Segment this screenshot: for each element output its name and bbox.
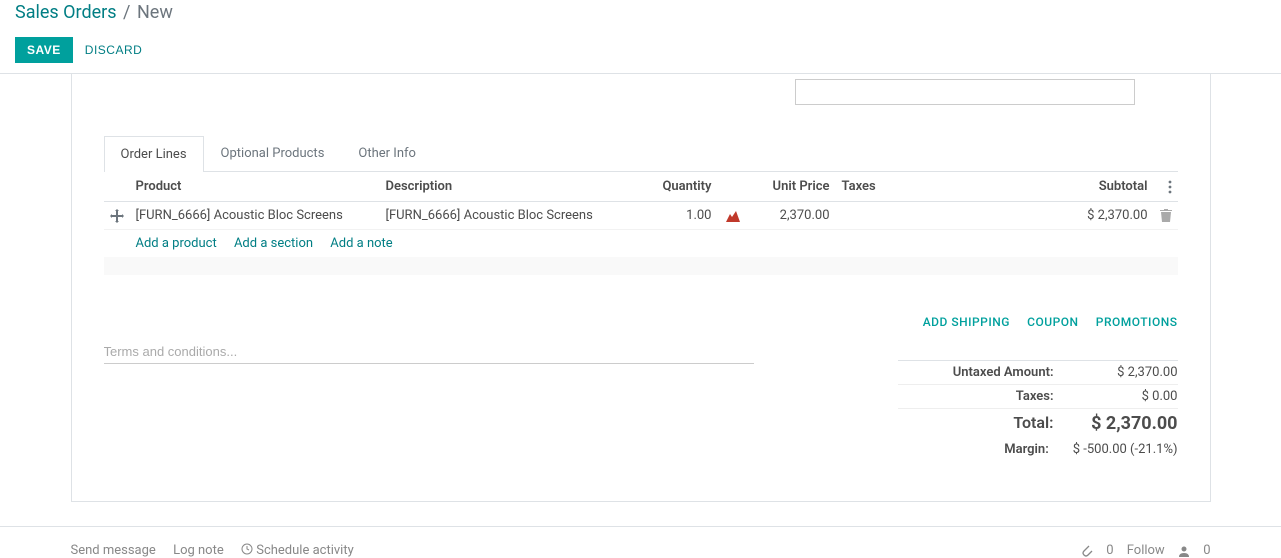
cell-unit-price[interactable]: 2,370.00 (746, 202, 836, 230)
cell-quantity[interactable]: 1.00 (640, 202, 718, 230)
kebab-menu-icon[interactable] (1168, 179, 1172, 194)
tab-optional-products[interactable]: Optional Products (204, 135, 342, 171)
col-unit-price: Unit Price (746, 172, 836, 202)
terms-input[interactable] (104, 340, 754, 364)
table-row[interactable]: [FURN_6666] Acoustic Bloc Screens [FURN_… (104, 202, 1178, 230)
terms-block (104, 315, 898, 461)
followers-count[interactable]: 0 (1178, 543, 1211, 558)
schedule-activity-button[interactable]: Schedule activity (241, 543, 368, 558)
cell-product[interactable]: [FURN_6666] Acoustic Bloc Screens (130, 202, 380, 230)
margin-value: $ -500.00 (-21.1%) (1073, 442, 1178, 457)
add-section-link[interactable]: Add a section (234, 236, 313, 251)
follow-button[interactable]: Follow (1127, 543, 1165, 558)
order-lines-table: Product Description Quantity Unit Price … (104, 172, 1178, 275)
col-quantity: Quantity (640, 172, 718, 202)
save-button[interactable]: SAVE (15, 37, 73, 63)
totals-block: Untaxed Amount: $ 2,370.00 Taxes: $ 0.00… (898, 360, 1178, 461)
taxes-value: $ 0.00 (1078, 389, 1178, 404)
tab-other-info[interactable]: Other Info (341, 135, 433, 171)
tabs: Order Lines Optional Products Other Info (104, 135, 1178, 172)
breadcrumb-parent[interactable]: Sales Orders (15, 2, 117, 23)
margin-label: Margin: (1004, 442, 1049, 457)
cell-description[interactable]: [FURN_6666] Acoustic Bloc Screens (380, 202, 640, 230)
send-message-button[interactable]: Send message (71, 543, 156, 558)
chatter-bar: Send message Log note Schedule activity … (0, 526, 1281, 558)
tab-order-lines[interactable]: Order Lines (104, 136, 204, 172)
col-taxes: Taxes (836, 172, 896, 202)
delete-row-icon[interactable] (1160, 208, 1172, 223)
cell-subtotal: $ 2,370.00 (896, 202, 1154, 230)
add-note-link[interactable]: Add a note (330, 236, 392, 251)
header-bar: Sales Orders / New SAVE DISCARD (0, 0, 1281, 74)
total-label: Total: (1013, 413, 1053, 434)
untaxed-value: $ 2,370.00 (1078, 365, 1178, 380)
add-product-link[interactable]: Add a product (136, 236, 217, 251)
cell-taxes[interactable] (836, 202, 896, 230)
taxes-label: Taxes: (1016, 389, 1054, 404)
breadcrumb-current: New (137, 2, 173, 23)
col-description: Description (380, 172, 640, 202)
coupon-button[interactable]: COUPON (1027, 315, 1078, 329)
attachments-count[interactable]: 0 (1081, 543, 1117, 558)
add-shipping-button[interactable]: ADD SHIPPING (923, 315, 1010, 329)
pricelist-input[interactable] (795, 79, 1135, 105)
breadcrumb: Sales Orders / New (15, 0, 1266, 23)
col-product: Product (130, 172, 380, 202)
drag-handle-icon[interactable] (110, 208, 124, 223)
form-sheet: Order Lines Optional Products Other Info… (71, 74, 1211, 502)
promotions-button[interactable]: PROMOTIONS (1096, 315, 1178, 329)
breadcrumb-separator: / (123, 2, 130, 23)
untaxed-label: Untaxed Amount: (953, 365, 1054, 380)
col-subtotal: Subtotal (896, 172, 1154, 202)
log-note-button[interactable]: Log note (173, 543, 224, 558)
discard-button[interactable]: DISCARD (85, 43, 143, 57)
forecast-icon[interactable] (726, 208, 740, 223)
total-value: $ 2,370.00 (1078, 413, 1178, 434)
